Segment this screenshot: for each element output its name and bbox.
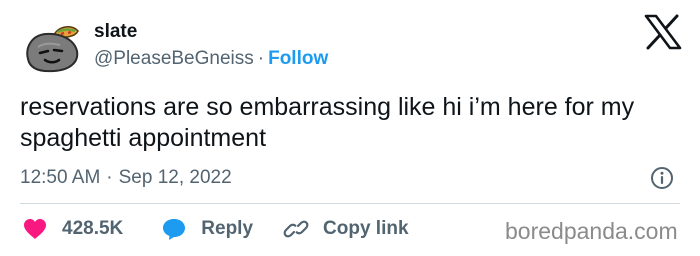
rock-avatar-icon xyxy=(20,15,84,79)
copy-link-label: Copy link xyxy=(323,218,409,239)
action-bar: 428.5K Reply Copy link xyxy=(22,215,409,243)
handle-separator: · xyxy=(257,48,265,69)
tweet-time: 12:50 AM xyxy=(20,167,101,188)
tweet-card: slate @PleaseBeGneiss · Follow reservation… xyxy=(0,0,700,256)
tweet-timestamp[interactable]: 12:50 AM · Sep 12, 2022 xyxy=(20,166,232,190)
timestamp-separator: · xyxy=(106,167,113,188)
divider xyxy=(20,203,680,204)
info-icon[interactable] xyxy=(650,166,674,190)
reply-label: Reply xyxy=(201,218,254,239)
copy-link-button[interactable]: Copy link xyxy=(283,217,409,241)
author-handle-row: @PleaseBeGneiss · Follow xyxy=(94,46,328,72)
tweet-text: reservations are so embarrassing like hi… xyxy=(20,93,635,152)
x-logo-icon[interactable] xyxy=(644,14,682,50)
link-icon xyxy=(283,220,309,238)
watermark: boredpanda.com xyxy=(505,218,678,244)
reply-button[interactable]: Reply xyxy=(161,217,253,241)
avatar[interactable] xyxy=(20,15,84,79)
tweet-date: Sep 12, 2022 xyxy=(118,167,232,188)
follow-button[interactable]: Follow xyxy=(268,48,328,69)
heart-icon xyxy=(24,219,46,239)
author-handle[interactable]: @PleaseBeGneiss xyxy=(94,48,254,69)
speech-bubble-icon xyxy=(163,219,186,240)
like-button[interactable]: 428.5K xyxy=(22,217,123,241)
author-name[interactable]: slate xyxy=(94,20,137,44)
like-count: 428.5K xyxy=(62,218,124,239)
